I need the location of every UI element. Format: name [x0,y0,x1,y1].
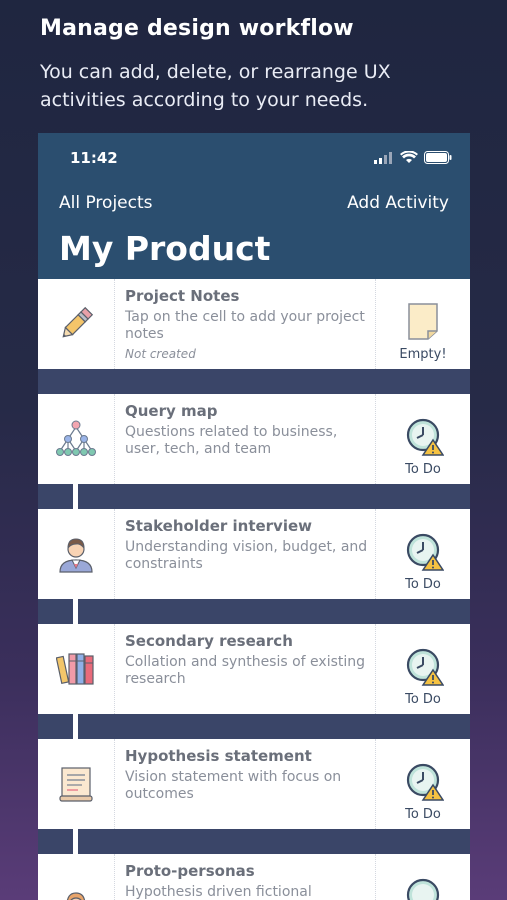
card-icon-cell [38,739,115,829]
card-description: Understanding vision, budget, and constr… [125,539,368,572]
card-title: Secondary research [125,632,293,650]
page-title: My Product [59,229,271,268]
card-status-cell: To Do [375,739,470,829]
document-scroll-icon [59,767,93,802]
card-status-label: To Do [405,462,441,477]
status-bar: 11:42 [38,133,470,181]
card-status-label: To Do [405,807,441,822]
card-icon-cell [38,394,115,484]
timeline-connector [73,829,78,854]
card-status-cell: To Do [375,624,470,714]
card-status-label: To Do [405,577,441,592]
promo-subtitle: You can add, delete, or rearrange UX act… [40,61,391,111]
pencil-icon [62,306,94,338]
card-status-label: To Do [405,692,441,707]
navigation-bar: All Projects Add Activity My Product [38,181,470,279]
wifi-icon [400,151,418,163]
status-icons [374,151,452,164]
add-activity-button[interactable]: Add Activity [347,193,449,213]
card-icon-cell [38,509,115,599]
stakeholder-person-icon [59,538,93,573]
card-icon-cell [38,854,115,900]
clock-warning-icon [406,533,444,571]
timeline-connector [73,714,78,739]
card-status-cell [375,854,470,900]
blank-page-icon [408,303,438,340]
activity-card-query-map[interactable]: Query map Questions related to business,… [38,394,470,484]
timeline-connector [73,484,78,509]
status-time: 11:42 [70,149,118,167]
card-description: Hypothesis driven fictional [125,884,312,900]
card-title: Stakeholder interview [125,517,313,535]
activity-card-secondary-research[interactable]: Secondary research Collation and synthes… [38,624,470,714]
books-icon [56,653,94,685]
promo-title: Manage design workflow [40,16,354,41]
card-description: Vision statement with focus on outcomes [125,769,342,802]
signal-icon [374,152,392,164]
card-status-label: Empty! [399,347,447,362]
activity-card-stakeholder-interview[interactable]: Stakeholder interview Understanding visi… [38,509,470,599]
activity-card-hypothesis-statement[interactable]: Hypothesis statement Vision statement wi… [38,739,470,829]
activity-card-project-notes[interactable]: Project Notes Tap on the cell to add you… [38,279,470,369]
persona-icon [66,892,86,900]
all-projects-button[interactable]: All Projects [59,193,153,213]
phone-screen: 11:42 All Projects Add Activity My Produ… [38,133,470,900]
card-description: Collation and synthesis of existing rese… [125,654,366,687]
hierarchy-map-icon [56,420,96,456]
clock-warning-icon [406,418,444,456]
card-icon-cell [38,624,115,714]
clock-warning-icon [406,763,444,801]
card-title: Project Notes [125,287,240,305]
card-title: Proto-personas [125,862,255,880]
card-title: Hypothesis statement [125,747,312,765]
battery-icon [424,151,452,164]
timeline-connector [73,599,78,624]
card-note: Not created [125,347,196,361]
card-status-cell: To Do [375,509,470,599]
card-icon-cell [38,279,115,369]
activity-card-proto-personas[interactable]: Proto-personas Hypothesis driven fiction… [38,854,470,900]
card-description: Tap on the cell to add your project note… [125,309,365,342]
clock-warning-icon [406,878,440,900]
card-status-cell: To Do [375,394,470,484]
card-status-cell: Empty! [375,279,470,369]
card-description: Questions related to business, user, tec… [125,424,338,457]
card-title: Query map [125,402,218,420]
clock-warning-icon [406,648,444,686]
